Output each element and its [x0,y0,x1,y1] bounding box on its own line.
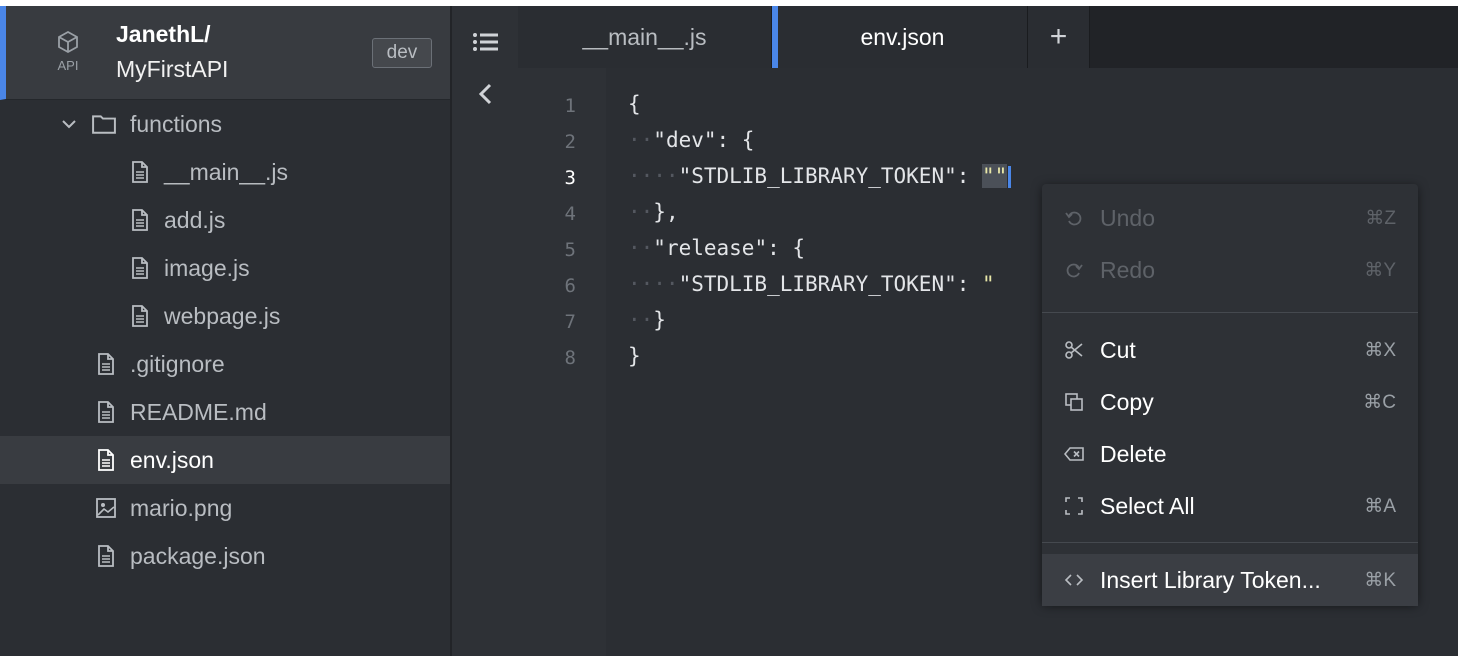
list-menu-icon[interactable] [470,26,502,58]
menu-item-cut[interactable]: Cut ⌘X [1042,324,1418,376]
file-icon [98,449,114,471]
plus-icon: + [1049,20,1068,53]
chevron-down-icon [62,120,76,129]
menu-item-label: Undo [1100,204,1155,231]
menu-separator [1042,542,1418,543]
project-owner: JanethL/ [116,21,211,47]
tree-item-add-js[interactable]: add.js [0,196,450,244]
code-line-8: } [628,344,641,368]
line-number: 8 [564,347,576,369]
tree-item-mario-png[interactable]: mario.png [0,484,450,532]
menu-shortcut: ⌘C [1363,391,1396,413]
menu-item-label: Select All [1100,492,1195,519]
context-menu: Undo ⌘Z Redo ⌘Y Cut ⌘X Copy ⌘C Delete Se… [1042,184,1418,606]
tree-item-label: webpage.js [164,302,281,329]
file-icon [98,353,114,375]
tree-item-main-js[interactable]: __main__.js [0,148,450,196]
tree-item-label: env.json [130,446,214,473]
cube-icon [58,30,78,54]
undo-icon [1065,211,1082,226]
line-gutter: 1 2 3 4 5 6 7 8 [518,68,606,656]
line-number: 1 [564,95,576,117]
tree-item-label: .gitignore [130,350,225,377]
line-number: 4 [564,203,576,225]
tab-bar: __main__.js env.json + [518,6,1458,68]
file-icon [132,209,148,231]
folder-icon [92,115,116,134]
tool-strip [450,6,518,656]
redo-icon [1066,263,1083,278]
line-number: 2 [564,131,576,153]
menu-item-undo[interactable]: Undo ⌘Z [1042,192,1418,244]
tree-item-webpage-js[interactable]: webpage.js [0,292,450,340]
line-number-current: 3 [564,167,576,189]
menu-separator [1042,312,1418,313]
select-all-icon [1065,497,1083,515]
project-header[interactable]: API JanethL/ MyFirstAPI dev [0,6,450,100]
file-icon [98,545,114,567]
menu-item-label: Delete [1100,440,1167,467]
menu-item-insert-library-token[interactable]: Insert Library Token... ⌘K [1042,554,1418,606]
code-line-7: ··} [628,308,666,332]
code-line-6: ····"STDLIB_LIBRARY_TOKEN": " [628,272,995,296]
project-name: JanethL/ MyFirstAPI [116,17,228,87]
menu-item-label: Redo [1100,256,1155,283]
code-line-1: { [628,92,641,116]
menu-item-select-all[interactable]: Select All ⌘A [1042,480,1418,532]
editor-app: API JanethL/ MyFirstAPI dev functions __… [0,6,1458,656]
tree-folder-functions[interactable]: functions [0,100,450,148]
tree-item-image-js[interactable]: image.js [0,244,450,292]
code-line-3: ····"STDLIB_LIBRARY_TOKEN": "" [628,164,1012,188]
tree-item-label: README.md [130,398,267,425]
code-line-5: ··"release": { [628,236,806,260]
line-number: 5 [564,239,576,261]
tree-item-label: mario.png [130,494,233,521]
menu-shortcut: ⌘Z [1365,207,1396,229]
image-file-icon [96,498,116,518]
file-sidebar: API JanethL/ MyFirstAPI dev functions __… [0,6,450,656]
tree-item-readme[interactable]: README.md [0,388,450,436]
tree-item-label: functions [130,110,223,137]
tab-label: __main__.js [582,23,707,50]
file-icon [98,401,114,423]
backspace-icon [1064,447,1084,461]
copy-icon [1065,393,1083,411]
file-icon [132,257,148,279]
tree-item-env-json[interactable]: env.json [0,436,450,484]
api-label: API [57,58,79,73]
chevron-left-icon[interactable] [470,78,502,110]
tree-item-label: image.js [164,254,250,281]
menu-shortcut: ⌘A [1364,495,1396,517]
tree-item-label: package.json [130,542,266,569]
tree-item-label: add.js [164,206,226,233]
file-icon [132,161,148,183]
menu-item-label: Insert Library Token... [1100,566,1321,593]
tab-env-json[interactable]: env.json [772,6,1028,68]
tab-label: env.json [860,23,945,50]
code-line-4: ··}, [628,200,679,224]
menu-item-label: Cut [1100,336,1136,363]
new-tab-button[interactable]: + [1028,6,1090,68]
environment-badge[interactable]: dev [372,38,432,68]
menu-shortcut: ⌘K [1364,569,1396,591]
menu-item-delete[interactable]: Delete [1042,428,1418,480]
menu-shortcut: ⌘X [1364,339,1396,361]
code-line-2: ··"dev": { [628,128,755,152]
api-badge: API [54,30,82,73]
menu-shortcut: ⌘Y [1364,259,1396,281]
tree-item-label: __main__.js [164,158,289,185]
line-number: 6 [564,275,576,297]
file-icon [132,305,148,327]
text-cursor [1008,166,1012,188]
code-icon [1064,574,1084,586]
menu-item-redo[interactable]: Redo ⌘Y [1042,244,1418,296]
menu-item-label: Copy [1100,388,1154,415]
scissors-icon [1065,341,1083,359]
tree-item-gitignore[interactable]: .gitignore [0,340,450,388]
line-number: 7 [564,311,576,333]
tab-main-js[interactable]: __main__.js [518,6,772,68]
menu-item-copy[interactable]: Copy ⌘C [1042,376,1418,428]
project-title: MyFirstAPI [116,56,229,82]
tree-item-package-json[interactable]: package.json [0,532,450,580]
